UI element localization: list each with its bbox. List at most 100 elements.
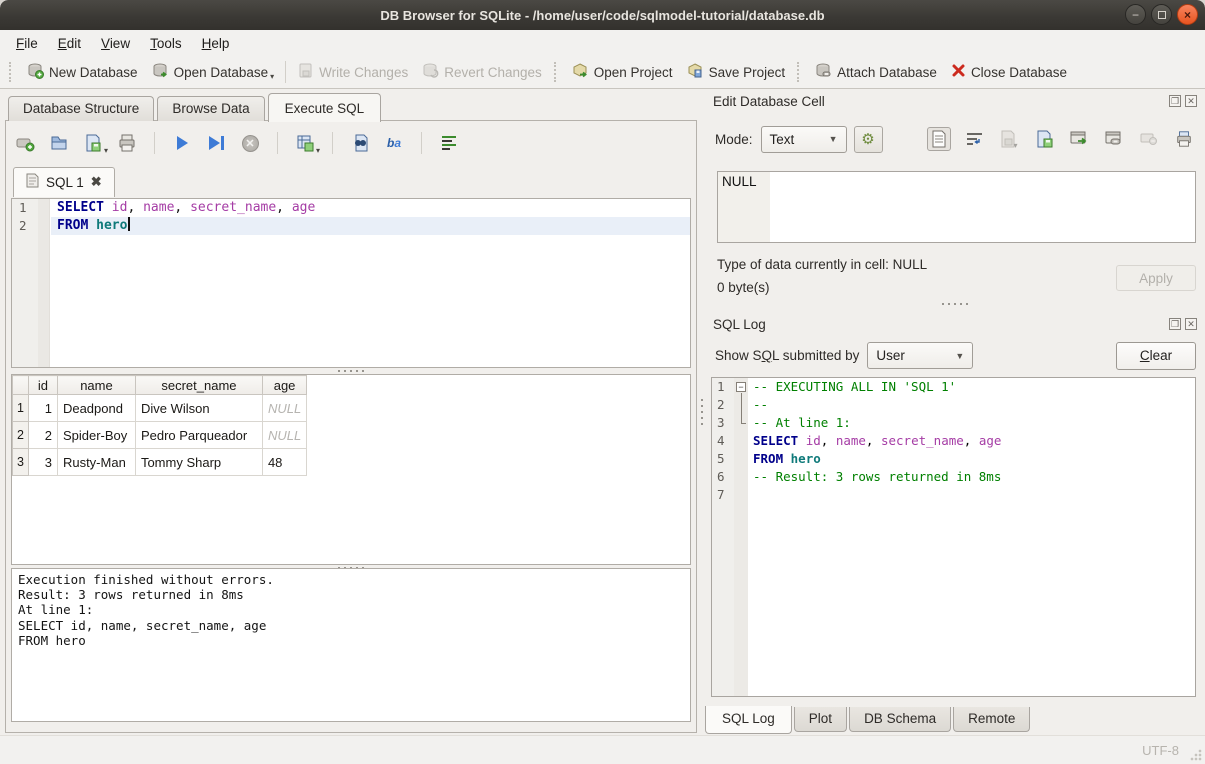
close-database-button[interactable]: Close Database <box>944 59 1074 85</box>
sql-log-dock-header: SQL Log ❐ ✕ <box>713 315 1197 333</box>
tab-execute-sql[interactable]: Execute SQL <box>268 93 382 122</box>
corner-header[interactable] <box>13 376 29 395</box>
menu-tools[interactable]: Tools <box>142 33 190 54</box>
window-controls: − × <box>1125 4 1198 25</box>
close-window-button[interactable]: × <box>1177 4 1198 25</box>
dock-splitter[interactable] <box>705 301 1205 307</box>
log-line-3: -- At line 1: <box>748 414 1195 432</box>
close-dock-icon[interactable]: ✕ <box>1185 318 1197 330</box>
sql-log-title: SQL Log <box>713 317 766 332</box>
sql-line-1: SELECT id, name, secret_name, age <box>51 199 690 217</box>
open-sql-file-button[interactable] <box>48 132 70 154</box>
text-mode-button[interactable] <box>927 127 951 151</box>
right-pane: Edit Database Cell ❐ ✕ Mode: Text ▼ ⚙ <box>705 89 1205 735</box>
close-database-icon <box>951 63 966 81</box>
log-line-numbers: 1 2 3 4 5 6 7 <box>712 378 734 696</box>
submitted-by-select[interactable]: User ▼ <box>867 342 973 369</box>
clear-log-button[interactable]: Clear <box>1116 342 1196 370</box>
revert-changes-icon <box>422 62 439 82</box>
mode-select[interactable]: Text ▼ <box>761 126 847 153</box>
column-header-name[interactable]: name <box>57 376 135 395</box>
resize-grip[interactable] <box>1190 749 1202 761</box>
sql-editor[interactable]: 1 2 SELECT id, name, secret_name, age FR… <box>11 198 691 368</box>
open-project-button[interactable]: Open Project <box>565 58 680 86</box>
import-data-button[interactable]: ▾ <box>997 127 1021 151</box>
float-dock-icon[interactable]: ❐ <box>1169 318 1181 330</box>
find-button[interactable] <box>349 132 371 154</box>
column-header-id[interactable]: id <box>28 376 57 395</box>
tab-sql-log[interactable]: SQL Log <box>705 706 792 734</box>
editor-line-numbers: 1 2 <box>12 199 38 367</box>
column-header-secret-name[interactable]: secret_name <box>135 376 262 395</box>
tab-plot[interactable]: Plot <box>794 707 847 732</box>
execute-all-button[interactable] <box>171 132 193 154</box>
write-changes-button[interactable]: Write Changes <box>290 58 415 86</box>
attach-database-button[interactable]: Attach Database <box>808 58 944 86</box>
text-cursor <box>128 217 130 231</box>
column-header-age[interactable]: age <box>262 376 306 395</box>
dock-tab-bar: SQL Log Plot DB Schema Remote <box>705 707 1032 734</box>
edit-cell-title: Edit Database Cell <box>713 94 825 109</box>
export-data-button[interactable] <box>1032 127 1056 151</box>
new-database-icon <box>27 62 44 82</box>
auto-switch-mode-button[interactable]: ⚙ <box>854 126 883 153</box>
cell-editor-toolbar: ▾ <box>927 127 1196 151</box>
log-fold-margin <box>734 378 748 696</box>
find-replace-button[interactable]: ba <box>383 132 405 154</box>
new-database-button[interactable]: New Database <box>20 58 145 86</box>
print-cell-button[interactable] <box>1172 127 1196 151</box>
tab-database-structure[interactable]: Database Structure <box>8 96 154 121</box>
minimize-button[interactable]: − <box>1125 4 1146 25</box>
toolbar-drag-handle[interactable] <box>554 62 560 82</box>
word-wrap-icon[interactable] <box>962 127 986 151</box>
tab-browse-data[interactable]: Browse Data <box>157 96 264 121</box>
toolbar-drag-handle[interactable] <box>9 62 15 82</box>
save-project-button[interactable]: Save Project <box>680 58 793 86</box>
new-sql-tab-button[interactable] <box>14 132 36 154</box>
open-database-dropdown-caret[interactable]: ▾ <box>270 72 274 82</box>
word-wrap-button[interactable] <box>438 132 460 154</box>
sql-1-tab[interactable]: SQL 1 ✖ <box>13 167 115 197</box>
float-dock-icon[interactable]: ❐ <box>1169 95 1181 107</box>
open-database-button[interactable]: Open Database ▾ <box>145 58 282 86</box>
cell-size-info: 0 byte(s) <box>717 280 770 295</box>
log-line-5: FROM hero <box>748 450 1195 468</box>
set-null-button[interactable] <box>1137 127 1161 151</box>
save-sql-file-button[interactable]: ▾ <box>82 132 104 154</box>
apply-button[interactable]: Apply <box>1116 265 1196 291</box>
main-tab-bar: Database Structure Browse Data Execute S… <box>8 92 384 121</box>
maximize-button[interactable] <box>1151 4 1172 25</box>
tab-remote[interactable]: Remote <box>953 707 1030 732</box>
close-sql-tab-icon[interactable]: ✖ <box>91 174 102 190</box>
chevron-down-icon: ▼ <box>955 351 964 361</box>
titlebar[interactable]: DB Browser for SQLite - /home/user/code/… <box>0 0 1205 30</box>
link-icon[interactable] <box>1102 127 1126 151</box>
open-external-button[interactable] <box>1067 127 1091 151</box>
log-line-7 <box>748 486 1195 504</box>
print-button[interactable] <box>116 132 138 154</box>
attach-database-icon <box>815 62 832 82</box>
toolbar-drag-handle[interactable] <box>797 62 803 82</box>
export-results-button[interactable]: ▾ <box>294 132 316 154</box>
sql-line-2: FROM hero <box>51 217 690 235</box>
menubar: File Edit View Tools Help <box>0 30 1205 56</box>
sql-log-view[interactable]: 1 2 3 4 5 6 7 − -- EXECUTING ALL IN 'SQL… <box>711 377 1196 697</box>
close-dock-icon[interactable]: ✕ <box>1185 95 1197 107</box>
fold-collapse-icon[interactable]: − <box>736 382 746 392</box>
execute-line-button[interactable] <box>205 132 227 154</box>
revert-changes-button[interactable]: Revert Changes <box>415 58 549 86</box>
app-window: DB Browser for SQLite - /home/user/code/… <box>0 0 1205 764</box>
edit-cell-dock-header: Edit Database Cell ❐ ✕ <box>713 92 1197 110</box>
mode-label: Mode: <box>715 132 753 147</box>
menu-help[interactable]: Help <box>194 33 238 54</box>
write-changes-icon <box>297 62 314 82</box>
chevron-down-icon: ▼ <box>829 134 838 144</box>
tab-db-schema[interactable]: DB Schema <box>849 707 951 732</box>
execution-message[interactable]: Execution finished without errors. Resul… <box>11 568 691 722</box>
menu-view[interactable]: View <box>93 33 138 54</box>
menu-file[interactable]: File <box>8 33 46 54</box>
status-bar: UTF-8 <box>0 735 1205 764</box>
cell-value-editor[interactable]: NULL <box>717 171 1196 243</box>
stop-button[interactable]: ✕ <box>239 132 261 154</box>
menu-edit[interactable]: Edit <box>50 33 89 54</box>
